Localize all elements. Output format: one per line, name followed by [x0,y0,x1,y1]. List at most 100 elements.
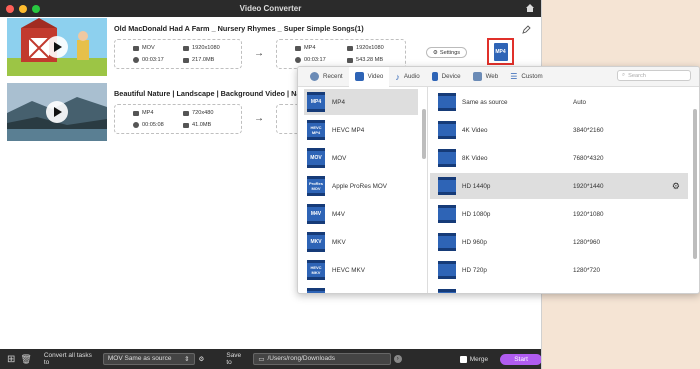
bottom-bar: ⊞ 🗑 Convert all tasks to MOV Same as sou… [0,349,541,369]
play-icon[interactable] [46,101,68,123]
video-thumbnail[interactable] [7,83,107,141]
phone-icon [431,72,438,81]
film-icon [133,45,139,51]
add-icon[interactable]: ⊞ [7,354,15,365]
preset-name: 4K Video [462,126,488,134]
preset-item[interactable]: HD 960p 1280*960 [430,229,688,255]
mp4-format-icon [438,149,456,167]
tab-label: Device [441,73,461,80]
format-item-prores-mov[interactable]: ProRes MOV Apple ProRes MOV [304,173,418,199]
tab-custom[interactable]: ☰ Custom [504,67,549,87]
format-list-scrollbar[interactable] [422,109,426,159]
tab-label: Web [485,73,499,80]
hevc-mp4-format-icon: HEVC MP4 [307,120,325,140]
preset-resolution: 7680*4320 [573,154,604,162]
preset-resolution: 1280*720 [573,266,600,274]
source-duration: 00:03:17 [142,57,164,63]
video-title: Old MacDonald Had A Farm _ Nursery Rhyme… [114,24,364,33]
tab-video[interactable]: Video [348,67,390,87]
preset-name: Same as source [462,98,508,106]
mkv-format-icon: MKV [307,232,325,252]
save-to-label: Save to [226,352,242,366]
format-item-m4v[interactable]: M4V M4V [304,201,418,227]
tab-label: Video [367,73,384,80]
source-info-box: MOV 1920x1080 00:03:17 217.0MB [114,39,242,69]
settings-label: Settings [439,49,461,56]
trash-icon[interactable]: 🗑 [20,354,31,365]
source-format: MP4 [142,110,154,116]
format-item-hevc-mp4[interactable]: HEVC MP4 HEVC MP4 [304,117,418,143]
preset-resolution: 3840*2160 [573,126,604,134]
clock-icon [133,122,139,128]
preset-item[interactable] [430,285,688,293]
start-button[interactable]: Start [500,353,541,365]
tab-device[interactable]: Device [426,67,467,87]
gear-icon[interactable]: ⚙ [672,181,680,192]
source-resolution: 720x480 [192,110,214,116]
tab-label: Audio [403,73,420,80]
film-icon [295,45,301,51]
mp4-format-icon [438,93,456,111]
edit-pencil-icon[interactable] [522,25,531,34]
play-icon[interactable] [46,36,68,58]
mp4-format-icon: MP4 [307,92,325,112]
video-thumbnail[interactable] [7,18,107,76]
prores-format-icon: ProRes MOV [307,176,325,196]
home-icon[interactable] [525,3,535,13]
preset-name: HD 1080p [462,210,491,218]
format-list: MP4 MP4 HEVC MP4 HEVC MP4 MOV MOV ProRes MO… [298,87,428,293]
go-arrow-icon[interactable]: › [393,355,402,363]
format-label: MOV [332,154,347,162]
source-resolution: 1920x1080 [192,45,220,51]
format-item-hevc-mkv[interactable]: HEVC MKV HEVC MKV [304,257,418,283]
video-title: Beautiful Nature | Landscape | Backgroun… [114,89,301,98]
format-item-partial[interactable] [304,285,418,293]
format-item-mkv[interactable]: MKV MKV [304,229,418,255]
tab-audio[interactable]: ♪ Audio [389,67,425,87]
search-placeholder: Search [628,72,646,79]
preset-list: Same as source Auto 4K Video 3840*2160 8K … [428,87,699,293]
clock-icon [133,57,139,63]
film-icon [354,72,364,81]
chevron-updown-icon: ⇕ [184,356,190,363]
format-item-mp4[interactable]: MP4 MP4 [304,89,418,115]
convert-format-select[interactable]: MOV Same as source ⇕ [102,353,195,365]
preset-resolution: 1280*960 [573,238,600,246]
preset-item[interactable]: Same as source Auto [430,89,688,115]
preset-item[interactable]: 8K Video 7680*4320 [430,145,688,171]
music-note-icon: ♪ [395,71,400,82]
preset-name: HD 960p [462,238,487,246]
preset-item[interactable]: HD 1440p 1920*1440 ⚙ [430,173,688,199]
search-input[interactable]: ⌕ Search [617,70,691,81]
preset-resolution: 1920*1080 [573,210,604,218]
format-label: MP4 [332,98,345,106]
disk-icon [347,57,353,63]
tab-recent[interactable]: Recent [304,67,349,87]
film-icon [133,110,139,116]
tab-web[interactable]: Web [467,67,505,87]
resolution-icon [347,45,353,51]
gear-icon: ⚙ [432,49,438,56]
tab-label: Custom [521,73,543,80]
mp4-format-icon [438,205,456,223]
preset-list-scrollbar[interactable] [693,109,697,259]
window-title: Video Converter [239,4,302,13]
mp4-format-icon: MP4 [493,42,508,61]
gear-icon[interactable]: ⚙ [199,355,205,363]
preset-item[interactable]: HD 1080p 1920*1080 [430,201,688,227]
preset-item[interactable]: HD 720p 1280*720 [430,257,688,283]
clock-icon [310,72,319,81]
format-label: M4V [332,210,345,218]
mp4-format-icon [438,177,456,195]
settings-button[interactable]: ⚙ Settings [426,47,467,58]
source-duration: 00:05:08 [142,122,164,128]
format-item-mov[interactable]: MOV MOV [304,145,418,171]
format-label: HEVC MKV [332,266,365,274]
format-label: HEVC MP4 [332,126,365,134]
preset-item[interactable]: 4K Video 3840*2160 [430,117,688,143]
merge-label: Merge [469,355,489,363]
save-path-field[interactable]: ▭/Users/rong/Downloads [253,353,391,365]
output-format-button[interactable]: MP4 [487,38,514,65]
preset-resolution: 1920*1440 [573,182,604,190]
merge-checkbox[interactable] [459,355,467,363]
